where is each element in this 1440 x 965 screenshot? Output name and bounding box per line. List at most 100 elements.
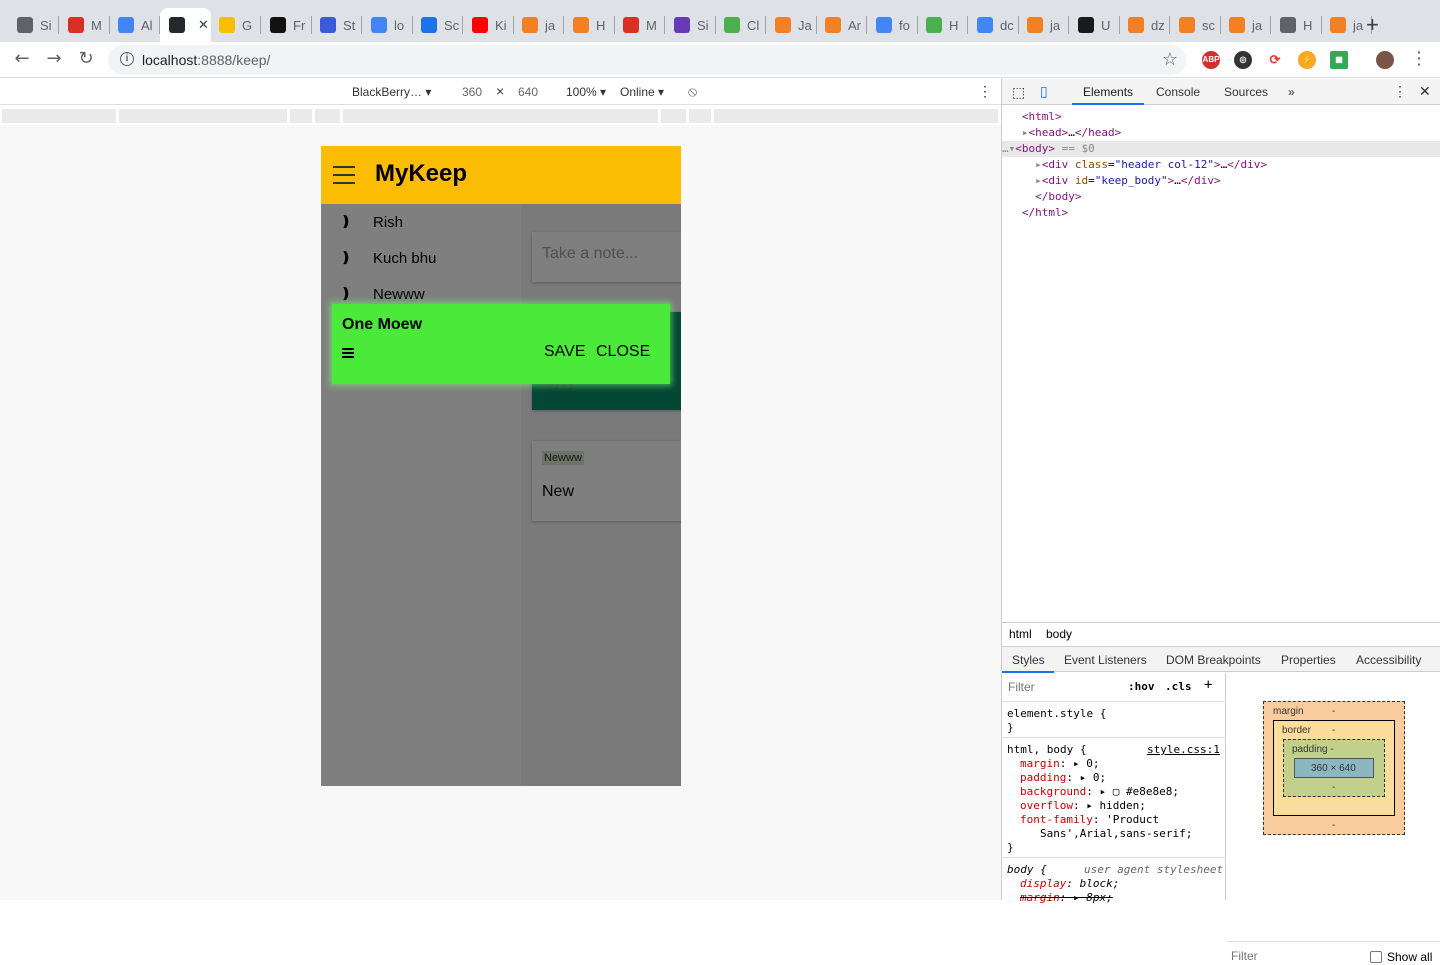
- device-select[interactable]: BlackBerry… ▾: [352, 85, 431, 99]
- dom-node-html-close[interactable]: </html>: [1002, 205, 1440, 221]
- close-tab-icon[interactable]: ✕: [198, 17, 209, 33]
- rotate-icon[interactable]: ⦸: [688, 83, 697, 100]
- browser-tab[interactable]: Ki: [463, 8, 514, 42]
- height-input[interactable]: 640: [518, 85, 538, 99]
- style-rule-selector[interactable]: body {: [1007, 863, 1047, 877]
- tab-styles[interactable]: Styles: [1012, 653, 1045, 667]
- class-toggle[interactable]: .cls: [1165, 680, 1192, 694]
- new-tab-button[interactable]: +: [1366, 14, 1379, 36]
- save-button[interactable]: SAVE: [544, 343, 586, 361]
- styles-filter-input[interactable]: [1004, 677, 1118, 697]
- style-rule-element[interactable]: element.style {: [1007, 707, 1106, 721]
- media-query-segment[interactable]: [2, 109, 116, 123]
- media-query-segment[interactable]: [119, 109, 287, 123]
- style-declaration[interactable]: font-family: 'Product: [1020, 813, 1159, 827]
- style-source-link[interactable]: style.css:1: [1147, 743, 1220, 757]
- style-declaration[interactable]: display: block;: [1020, 877, 1119, 891]
- tab-sources[interactable]: Sources: [1224, 85, 1268, 99]
- media-query-segment[interactable]: [714, 109, 998, 123]
- browser-tab[interactable]: ja: [1018, 8, 1069, 42]
- adblock-icon[interactable]: ABP: [1202, 51, 1220, 69]
- dom-node-html-open[interactable]: <html>: [1002, 109, 1440, 125]
- device-menu-icon[interactable]: ⋮: [978, 83, 992, 100]
- zoom-select[interactable]: 100% ▾: [566, 85, 606, 99]
- tab-event-listeners[interactable]: Event Listeners: [1064, 653, 1147, 667]
- style-declaration[interactable]: background: ▸ ▢ #e8e8e8;: [1020, 785, 1179, 799]
- browser-tab[interactable]: Fr: [261, 8, 312, 42]
- info-icon[interactable]: i: [120, 52, 134, 66]
- browser-tab[interactable]: Cl: [715, 8, 766, 42]
- computed-filter-input[interactable]: [1231, 947, 1341, 965]
- devtools-close-icon[interactable]: ✕: [1419, 83, 1431, 100]
- extension-bolt-icon[interactable]: ⚡: [1298, 51, 1316, 69]
- close-button[interactable]: CLOSE: [596, 343, 650, 361]
- style-declaration[interactable]: overflow: ▸ hidden;: [1020, 799, 1146, 813]
- browser-tab[interactable]: U: [1069, 8, 1120, 42]
- style-declaration[interactable]: margin: ▸ 0;: [1020, 757, 1100, 771]
- editor-title[interactable]: One Moew: [342, 316, 422, 334]
- breadcrumb-body[interactable]: body: [1046, 627, 1072, 641]
- browser-tab[interactable]: ja: [513, 8, 564, 42]
- media-query-segment[interactable]: [343, 109, 658, 123]
- modal-overlay[interactable]: [321, 204, 681, 786]
- media-query-segment[interactable]: [315, 109, 340, 123]
- avatar[interactable]: [1376, 51, 1394, 69]
- style-rule-selector[interactable]: html, body {: [1007, 743, 1086, 757]
- bookmark-star-icon[interactable]: ☆: [1162, 49, 1178, 70]
- tab-console[interactable]: Console: [1156, 85, 1200, 99]
- breadcrumb-html[interactable]: html: [1009, 627, 1032, 641]
- browser-tab[interactable]: fo: [867, 8, 918, 42]
- browser-tab[interactable]: dz: [1119, 8, 1170, 42]
- browser-tab[interactable]: M: [59, 8, 110, 42]
- back-icon[interactable]: ←: [10, 48, 34, 69]
- browser-tab[interactable]: Si: [665, 8, 716, 42]
- tab-elements[interactable]: Elements: [1083, 85, 1133, 99]
- reload-icon[interactable]: ↻: [74, 48, 98, 69]
- show-all-checkbox[interactable]: [1370, 951, 1382, 963]
- browser-tab[interactable]: M: [614, 8, 665, 42]
- browser-tab[interactable]: ✕: [160, 8, 211, 42]
- style-declaration[interactable]: padding: ▸ 0;: [1020, 771, 1106, 785]
- browser-tab[interactable]: H: [1271, 8, 1322, 42]
- new-rule-icon[interactable]: +: [1204, 678, 1212, 692]
- dom-node-head[interactable]: ▸<head>…</head>: [1002, 125, 1440, 141]
- browser-tab[interactable]: Al: [109, 8, 160, 42]
- browser-tab[interactable]: G: [210, 8, 261, 42]
- url-text[interactable]: localhost:8888/keep/: [142, 52, 270, 68]
- browser-tab[interactable]: lo: [362, 8, 413, 42]
- browser-tab[interactable]: dc: [968, 8, 1019, 42]
- media-query-segment[interactable]: [689, 109, 711, 123]
- browser-tab[interactable]: Ar: [816, 8, 867, 42]
- tab-dom-breakpoints[interactable]: DOM Breakpoints: [1166, 653, 1261, 667]
- device-toggle-icon[interactable]: ▯: [1040, 83, 1048, 100]
- box-model-padding[interactable]: padding - 360 × 640 -: [1283, 739, 1385, 797]
- devtools-menu-icon[interactable]: ⋮: [1393, 83, 1407, 100]
- browser-menu-icon[interactable]: ⋮: [1407, 48, 1431, 69]
- extension-icon[interactable]: ◎: [1234, 51, 1252, 69]
- tab-accessibility[interactable]: Accessibility: [1356, 653, 1421, 667]
- box-model-border[interactable]: border - padding - 360 × 640 -: [1273, 720, 1395, 816]
- browser-tab[interactable]: Sc: [412, 8, 463, 42]
- hamburger-menu-icon[interactable]: [333, 166, 355, 184]
- browser-tab[interactable]: sc: [1170, 8, 1221, 42]
- browser-tab[interactable]: St: [311, 8, 362, 42]
- address-bar[interactable]: i localhost:8888/keep/ ☆: [108, 45, 1186, 75]
- list-menu-icon[interactable]: [342, 348, 356, 360]
- style-declaration-overridden[interactable]: margin: ▸ 8px;: [1020, 891, 1113, 905]
- dom-node-body-close[interactable]: </body>: [1002, 189, 1440, 205]
- hover-state-toggle[interactable]: :hov: [1128, 680, 1155, 694]
- media-query-segment[interactable]: [290, 109, 312, 123]
- extension-arrow-icon[interactable]: ⟳: [1266, 51, 1284, 69]
- dom-node-keep-body[interactable]: ▸<div id="keep_body">…</div>: [1002, 173, 1440, 189]
- browser-tab[interactable]: ja: [1220, 8, 1271, 42]
- width-input[interactable]: 360: [462, 85, 482, 99]
- browser-tab[interactable]: H: [917, 8, 968, 42]
- browser-tab[interactable]: Ja: [766, 8, 817, 42]
- dom-node-body[interactable]: …▾<body> == $0: [1002, 141, 1440, 157]
- extension-grid-icon[interactable]: ▦: [1330, 51, 1348, 69]
- browser-tab[interactable]: H: [564, 8, 615, 42]
- browser-tab[interactable]: Si: [8, 8, 59, 42]
- media-query-segment[interactable]: [661, 109, 686, 123]
- network-select[interactable]: Online ▾: [620, 85, 664, 99]
- box-model-content[interactable]: 360 × 640: [1294, 758, 1374, 778]
